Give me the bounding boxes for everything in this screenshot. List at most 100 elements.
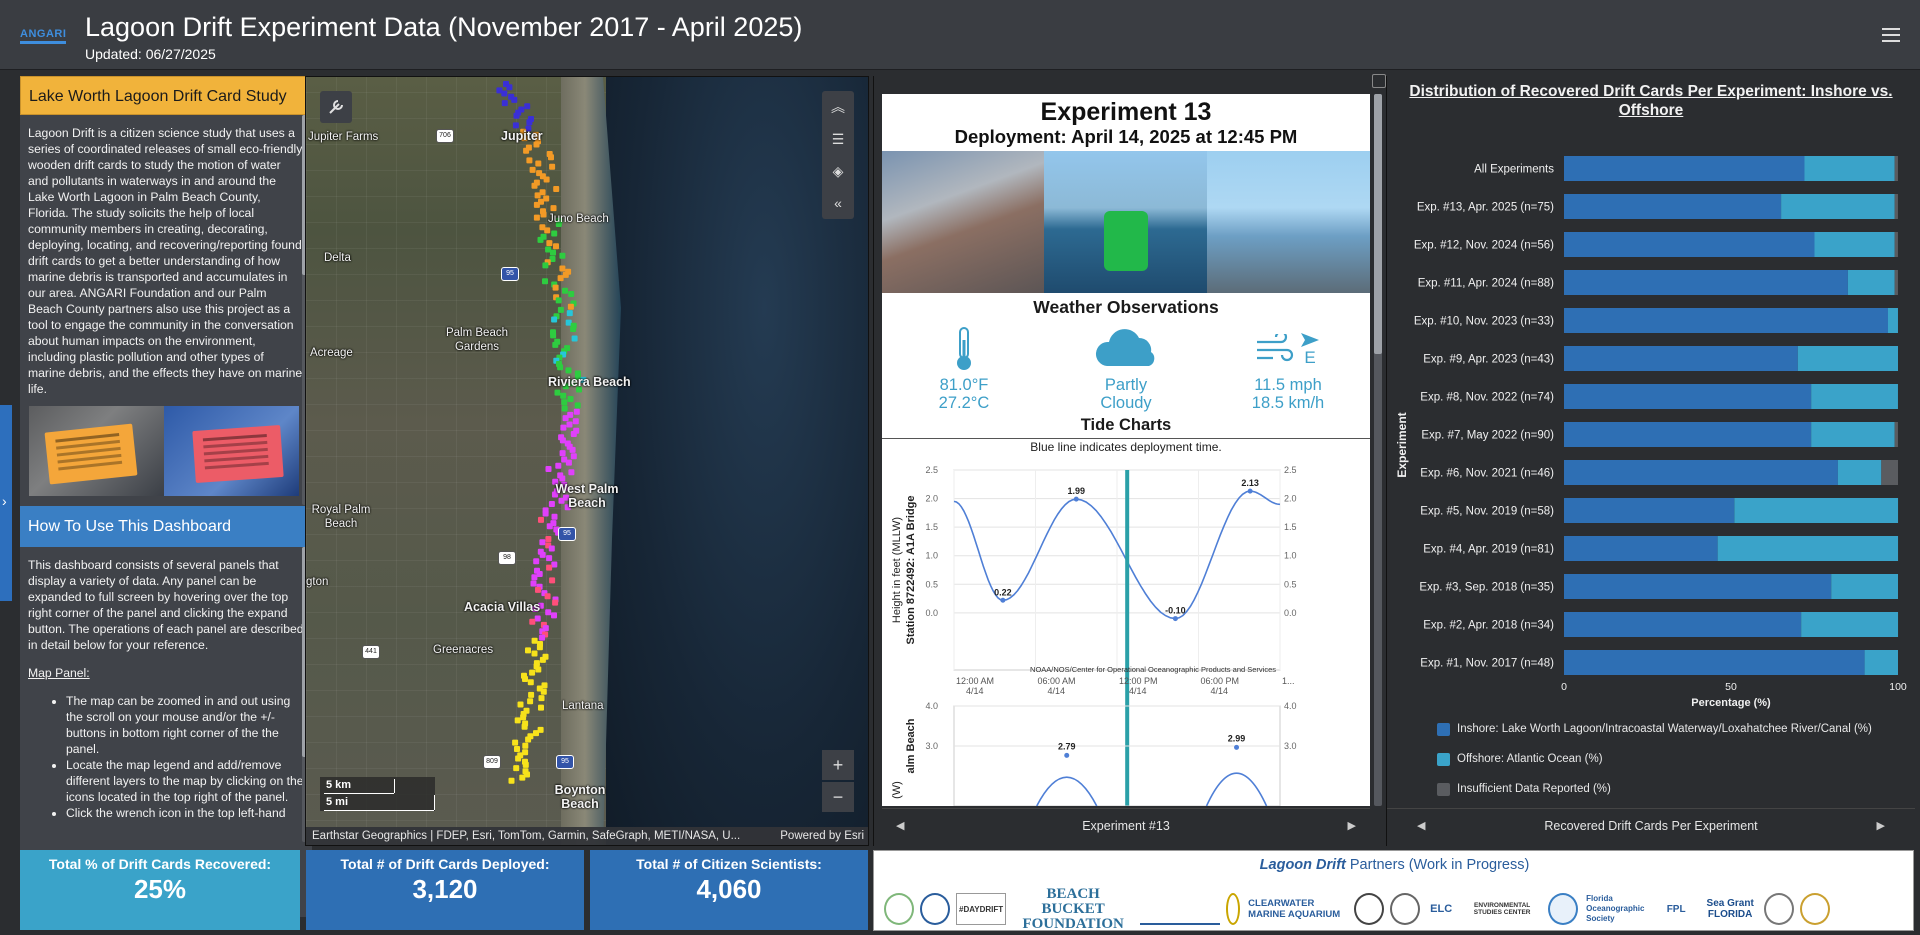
drift-card-point[interactable] <box>544 227 551 234</box>
drift-card-point[interactable] <box>513 112 520 119</box>
drift-card-point[interactable] <box>539 539 546 546</box>
drift-card-point[interactable] <box>572 418 579 425</box>
chevron-left-double-icon[interactable]: « <box>822 187 854 219</box>
drift-card-point[interactable] <box>544 593 551 600</box>
bar-segment[interactable] <box>1564 498 1735 523</box>
drift-card-point[interactable] <box>540 211 547 218</box>
layers-icon[interactable]: ◈ <box>822 155 854 187</box>
legend-item-offshore[interactable]: Offshore: Atlantic Ocean (%) <box>1437 744 1907 774</box>
drift-card-point[interactable] <box>529 166 536 173</box>
drift-card-point[interactable] <box>559 475 566 482</box>
drift-card-point[interactable] <box>527 698 534 705</box>
partner-logo[interactable]: Florida Oceanographic Society <box>1584 893 1650 925</box>
drift-card-point[interactable] <box>521 723 528 730</box>
drift-card-point[interactable] <box>545 466 552 472</box>
partner-logo[interactable] <box>1354 893 1385 925</box>
prev-experiment-button[interactable]: ◀ <box>896 809 904 843</box>
drift-card-point[interactable] <box>514 717 521 724</box>
drift-card-point[interactable] <box>542 510 549 517</box>
bar-segment[interactable] <box>1564 308 1888 333</box>
partner-logo[interactable] <box>1800 893 1831 925</box>
drift-card-point[interactable] <box>571 335 578 342</box>
drift-card-point[interactable] <box>512 739 519 746</box>
drift-card-point[interactable] <box>546 240 553 247</box>
drift-card-point[interactable] <box>540 688 547 695</box>
partner-logo[interactable] <box>1764 893 1795 925</box>
drift-card-point[interactable] <box>517 701 524 708</box>
drift-card-point[interactable] <box>543 176 550 183</box>
drift-card-point[interactable] <box>561 405 568 412</box>
bar-segment[interactable] <box>1564 650 1865 675</box>
drift-card-point[interactable] <box>534 192 541 199</box>
partner-logo[interactable] <box>884 893 914 925</box>
drift-card-point[interactable] <box>535 586 541 593</box>
partner-logo[interactable] <box>1390 893 1421 925</box>
drift-card-point[interactable] <box>514 746 520 752</box>
drift-card-point[interactable] <box>508 777 515 784</box>
drift-card-point[interactable] <box>567 396 574 402</box>
bar-segment[interactable] <box>1797 346 1898 371</box>
drift-card-point[interactable] <box>568 469 575 476</box>
drift-card-point[interactable] <box>538 695 545 702</box>
chevron-up-double-icon[interactable]: ︽ <box>822 91 854 123</box>
drift-card-point[interactable] <box>552 341 559 348</box>
drift-card-point[interactable] <box>562 287 568 294</box>
drift-card-point[interactable] <box>566 421 573 428</box>
drift-card-point[interactable] <box>573 408 580 415</box>
drift-card-point[interactable] <box>539 656 546 663</box>
drift-card-point[interactable] <box>567 303 574 310</box>
drift-card-point[interactable] <box>531 650 538 657</box>
drift-card-point[interactable] <box>529 669 536 676</box>
drift-card-point[interactable] <box>551 316 558 323</box>
drift-card-point[interactable] <box>555 297 562 304</box>
bar-segment[interactable] <box>1837 460 1882 485</box>
drift-card-point[interactable] <box>519 774 526 781</box>
drift-card-point[interactable] <box>552 284 559 291</box>
drift-card-point[interactable] <box>535 160 542 167</box>
drift-card-point[interactable] <box>536 571 543 577</box>
drift-card-point[interactable] <box>533 214 540 221</box>
drift-card-point[interactable] <box>551 230 558 237</box>
drift-card-point[interactable] <box>511 96 518 103</box>
drift-card-point[interactable] <box>506 84 513 91</box>
drift-card-point[interactable] <box>536 644 543 651</box>
drift-card-point[interactable] <box>569 446 576 453</box>
bar-segment[interactable] <box>1564 384 1812 409</box>
bar-segment[interactable] <box>1814 232 1895 257</box>
drift-card-point[interactable] <box>546 564 553 571</box>
drift-card-point[interactable] <box>539 634 546 641</box>
wrench-icon[interactable] <box>320 91 352 123</box>
bar-segment[interactable] <box>1564 574 1832 599</box>
bar-segment[interactable] <box>1847 270 1895 295</box>
partner-logo[interactable]: #DAYDRIFT <box>956 893 1007 925</box>
drift-card-point[interactable] <box>550 205 557 212</box>
drift-card-point[interactable] <box>537 236 544 243</box>
drift-card-point[interactable] <box>526 157 533 164</box>
drift-card-point[interactable] <box>552 599 559 606</box>
drift-card-point[interactable] <box>501 90 508 97</box>
drift-card-point[interactable] <box>570 453 577 460</box>
drift-card-point[interactable] <box>522 676 528 682</box>
drift-card-point[interactable] <box>529 618 536 625</box>
bar-segment[interactable] <box>1811 422 1895 447</box>
bar-segment[interactable] <box>1894 270 1898 295</box>
bar-segment[interactable] <box>1717 536 1899 561</box>
drift-card-point[interactable] <box>527 679 534 686</box>
drift-card-point[interactable] <box>538 516 544 523</box>
partner-logo[interactable]: FPL <box>1656 893 1696 925</box>
partner-logo[interactable] <box>1140 893 1221 925</box>
drift-card-point[interactable] <box>549 163 556 170</box>
drift-card-point[interactable] <box>531 182 538 189</box>
bar-segment[interactable] <box>1564 156 1805 181</box>
bar-segment[interactable] <box>1564 536 1718 561</box>
drift-card-point[interactable] <box>528 691 535 698</box>
drift-card-point[interactable] <box>559 450 566 457</box>
drift-card-point[interactable] <box>513 765 520 772</box>
drift-card-point[interactable] <box>515 755 522 762</box>
list-icon[interactable]: ☰ <box>822 123 854 155</box>
drift-card-point[interactable] <box>562 271 569 278</box>
drift-card-point[interactable] <box>554 389 561 396</box>
map-panel[interactable]: Jupiter Farms Jupiter Juno Beach Delta P… <box>305 76 869 846</box>
drift-card-point[interactable] <box>555 462 562 469</box>
expand-icon[interactable] <box>1372 74 1386 88</box>
